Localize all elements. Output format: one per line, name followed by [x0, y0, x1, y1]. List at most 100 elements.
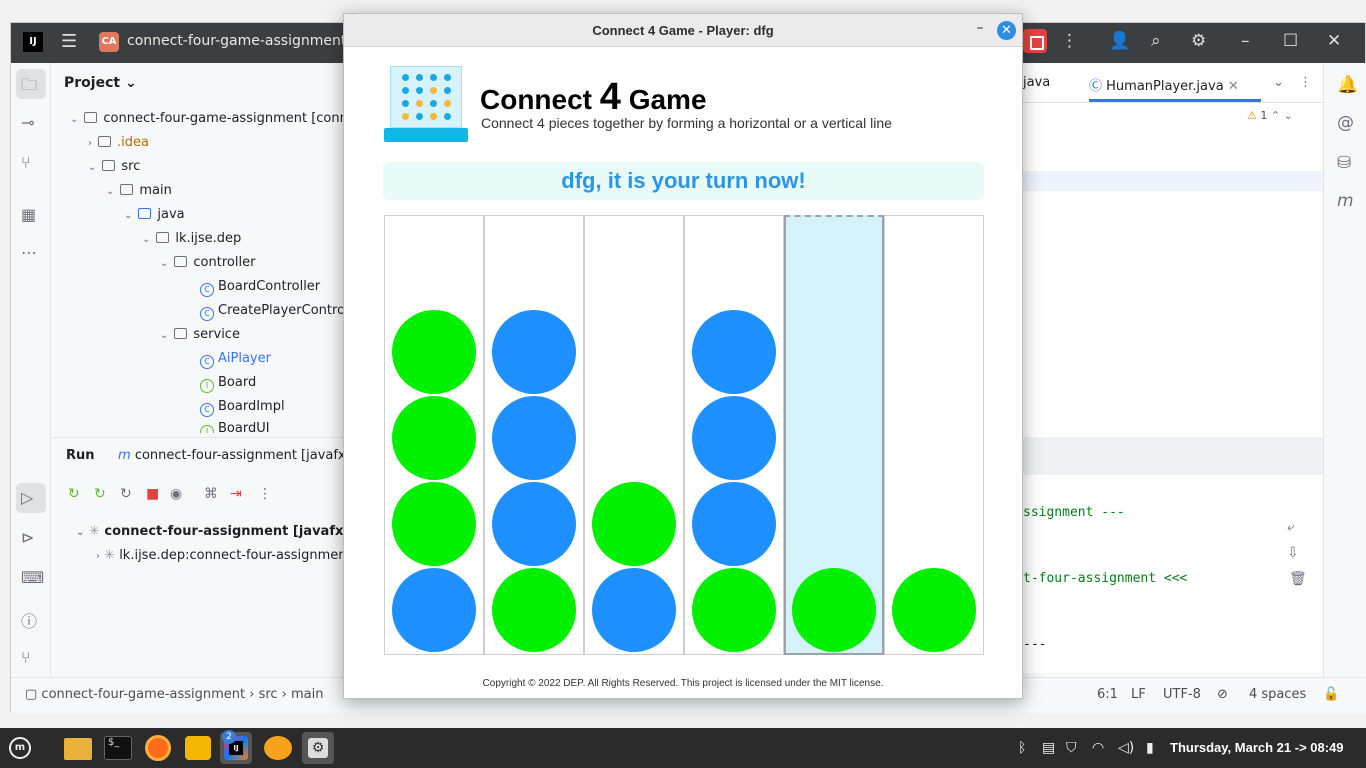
tree-item-boardcontroller[interactable]: C BoardController [200, 279, 320, 297]
blue-disc [392, 568, 476, 652]
terminal-icon[interactable]: ⌨ [21, 568, 44, 587]
services-icon[interactable]: ⊳ [21, 528, 34, 547]
tree-item-java[interactable]: ⌄ java [124, 207, 185, 222]
tree-item-createplayercontroller[interactable]: C CreatePlayerControll [200, 303, 352, 321]
search-icon[interactable]: ⌕ [1151, 31, 1161, 51]
shield-icon[interactable]: ⛉ [1066, 740, 1077, 756]
add-user-icon[interactable]: 👤 [1109, 31, 1130, 51]
intellij-icon[interactable]: IJ 2 [220, 730, 252, 764]
main-menu-icon[interactable]: ☰ [61, 31, 77, 52]
notifications-icon[interactable]: 🔔 [1337, 75, 1358, 95]
tabs-more-icon[interactable]: ⋮ [1299, 75, 1312, 90]
tree-item-main[interactable]: ⌄ main [106, 183, 172, 198]
lock-icon[interactable]: 🔓 [1323, 687, 1339, 702]
clock[interactable]: Thursday, March 21 -> 08:49 [1170, 740, 1344, 755]
tree-item-package[interactable]: ⌄ lk.ijse.dep [142, 231, 241, 246]
tree-item-aiplayer[interactable]: C AiPlayer [200, 351, 271, 369]
close-icon[interactable]: ✕ [997, 21, 1016, 40]
console-line-3: --- [1023, 637, 1047, 652]
more-icon[interactable]: ⋮ [1061, 31, 1078, 51]
settings-icon[interactable]: ⚙ [1191, 31, 1206, 51]
tree-item-src[interactable]: ⌄ src [88, 159, 140, 174]
rerun-failed-icon[interactable]: ↻ [94, 486, 106, 502]
files-icon[interactable] [62, 732, 94, 764]
project-badge: CA [99, 32, 119, 52]
tree-item-boardimpl[interactable]: C BoardImpl [200, 399, 285, 417]
tree-item-board[interactable]: I Board [200, 375, 256, 393]
tree-item-root[interactable]: ⌄ connect-four-game-assignment [conn [70, 111, 348, 126]
mint-menu-icon[interactable]: m [4, 732, 36, 764]
tree-item-service[interactable]: ⌄ service [160, 327, 240, 342]
run-tab[interactable]: m connect-four-assignment [javafx [118, 448, 346, 463]
battery-icon[interactable]: ▮ [1146, 740, 1154, 756]
database-icon[interactable]: ⛁ [1337, 153, 1351, 173]
pull-request-icon[interactable]: ⑂ [21, 153, 31, 172]
run-tool-icon[interactable]: ▷ [21, 488, 33, 507]
run-more-icon[interactable]: ⋮ [258, 486, 272, 502]
wifi-icon[interactable]: ◠ [1092, 740, 1104, 756]
structure-icon[interactable]: ▦ [21, 205, 36, 224]
inspection-icon[interactable]: ⊘ [1217, 687, 1228, 702]
line-separator[interactable]: LF [1131, 687, 1146, 702]
exit-icon[interactable]: ⇥ [230, 486, 242, 502]
breadcrumb[interactable]: ▢ connect-four-game-assignment › src › m… [25, 687, 324, 702]
board-column-4[interactable] [684, 215, 784, 655]
project-folder-icon[interactable]: 🗀 [21, 74, 37, 101]
maven-icon[interactable]: m [1337, 191, 1354, 211]
tabs-dropdown-icon[interactable]: ⌄ [1273, 75, 1284, 90]
left-tool-strip: 🗀 ⊸ ⑂ ▦ ⋯ ▷ ⊳ ⌨ ⓘ ⑂ [11, 63, 51, 713]
ai-assistant-icon[interactable]: @ [1337, 113, 1354, 133]
board-column-5[interactable] [784, 215, 884, 655]
soft-wrap-icon[interactable]: ⤶ [1287, 519, 1295, 535]
scratch-icon[interactable] [262, 732, 294, 764]
view-icon[interactable]: ◉ [170, 486, 182, 502]
scroll-end-icon[interactable]: ⇩ [1287, 545, 1299, 561]
run-tree-child[interactable]: › ✳ lk.ijse.dep:connect-four-assignmen [96, 548, 346, 563]
rerun-icon[interactable]: ↻ [68, 486, 80, 502]
settings-app-icon[interactable]: ⚙ [302, 732, 334, 764]
board-column-2[interactable] [484, 215, 584, 655]
tree-item-controller[interactable]: ⌄ controller [160, 255, 255, 270]
board-column-6[interactable] [884, 215, 984, 655]
stop-run-icon[interactable]: ■ [146, 486, 159, 502]
copyright-text: Copyright © 2022 DEP. All Rights Reserve… [482, 678, 884, 689]
clipboard-icon[interactable]: ▤ [1042, 740, 1055, 756]
caret-position[interactable]: 6:1 [1097, 687, 1118, 702]
minimize-icon[interactable]: – [972, 20, 988, 38]
game-board [384, 215, 984, 655]
minimize-icon[interactable]: – [1241, 31, 1250, 51]
indent-setting[interactable]: 4 spaces [1249, 687, 1306, 702]
tab-humanplayer[interactable]: Ⓒ HumanPlayer.java ✕ [1089, 75, 1239, 94]
clear-console-icon[interactable]: 🗑 [1289, 571, 1307, 587]
maximize-icon[interactable]: ☐ [1283, 31, 1298, 51]
more-tools-icon[interactable]: ⋯ [21, 243, 37, 262]
problems-icon[interactable]: ⓘ [21, 608, 37, 632]
tree-item-idea[interactable]: › .idea [88, 135, 149, 150]
volume-icon[interactable]: ◁) [1118, 740, 1134, 756]
close-icon[interactable]: ✕ [1327, 31, 1341, 51]
board-column-1[interactable] [384, 215, 484, 655]
green-disc [392, 482, 476, 566]
game-title: Connect 4 Game [480, 76, 707, 118]
tab-java[interactable]: java [1023, 75, 1050, 90]
project-selector[interactable]: connect-four-game-assignment [127, 33, 346, 49]
bluetooth-icon[interactable]: ᛒ [1018, 740, 1026, 756]
warning-indicator[interactable]: ⚠ 1 ⌃ ⌄ [1247, 109, 1293, 122]
tree-item-boardui[interactable]: I BoardUI [200, 421, 270, 433]
project-panel-title[interactable]: Project ⌄ [64, 75, 137, 91]
current-line-highlight [1023, 171, 1323, 191]
screenshot-icon[interactable]: ⌘ [204, 486, 218, 502]
commit-icon[interactable]: ⊸ [21, 113, 34, 132]
game-subtitle: Connect 4 pieces together by forming a h… [481, 115, 892, 131]
run-tree-root[interactable]: ⌄ ✳ connect-four-assignment [javafx:run]… [76, 524, 385, 539]
terminal-icon[interactable]: $_ [102, 732, 134, 764]
right-tool-strip: 🔔 @ ⛁ m [1323, 63, 1366, 713]
restart-icon[interactable]: ↻ [120, 486, 132, 502]
board-column-3[interactable] [584, 215, 684, 655]
stop-icon[interactable] [1023, 29, 1047, 53]
green-disc [592, 482, 676, 566]
sheets-icon[interactable] [182, 732, 214, 764]
file-encoding[interactable]: UTF-8 [1163, 687, 1201, 702]
git-icon[interactable]: ⑂ [21, 648, 31, 667]
firefox-icon[interactable] [142, 732, 174, 764]
